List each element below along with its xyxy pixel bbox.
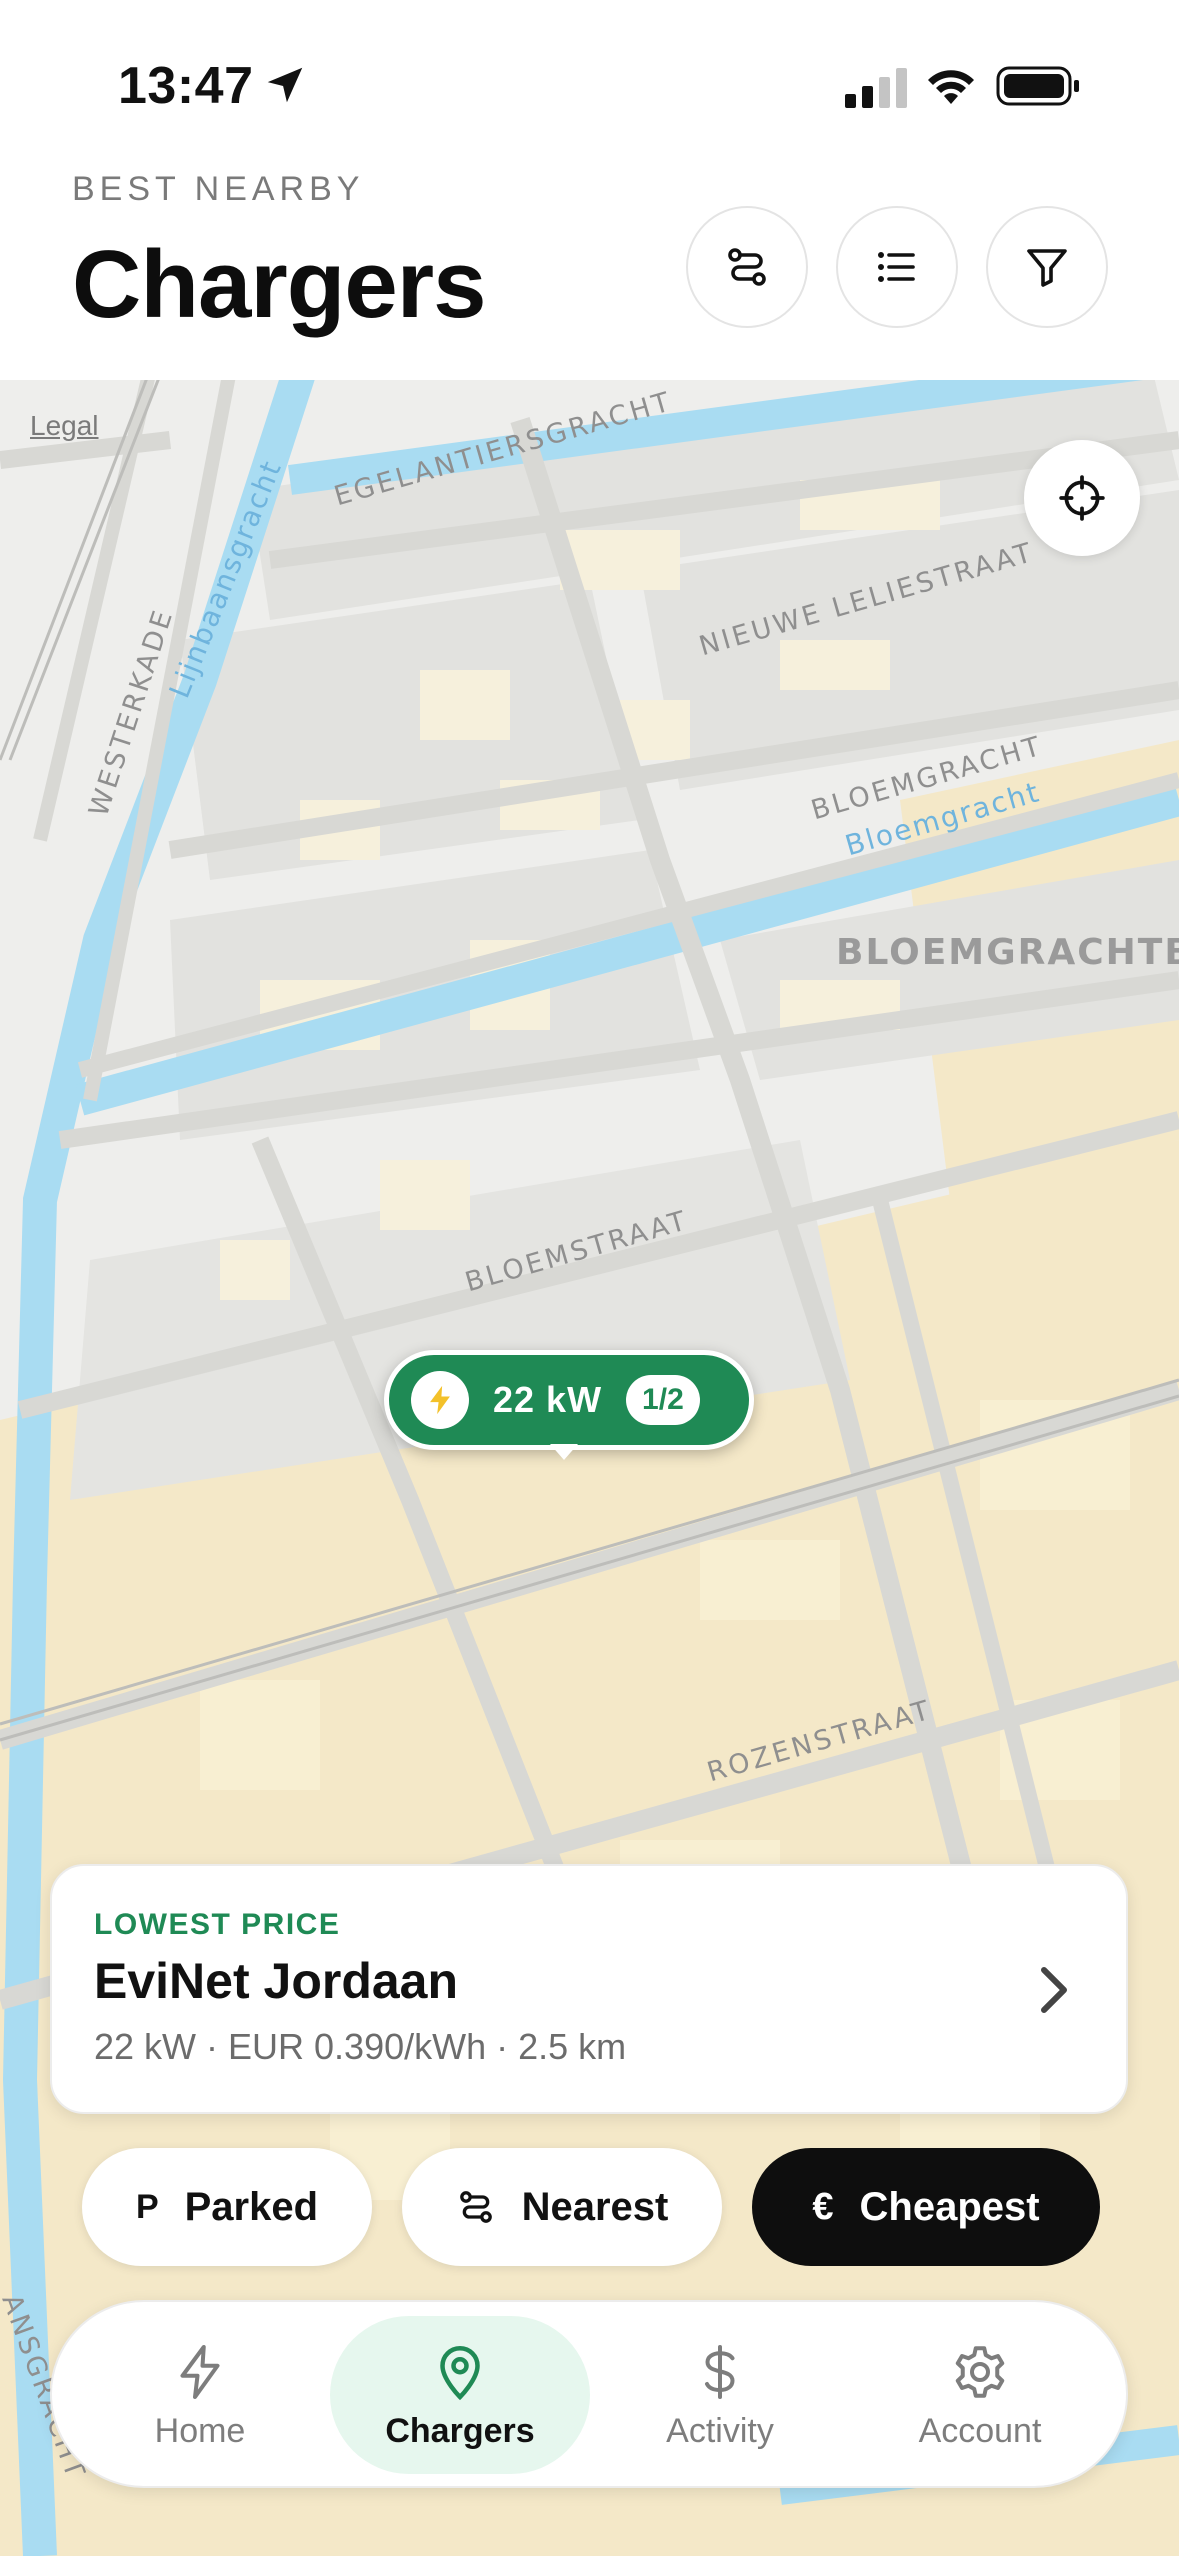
filter-icon xyxy=(1027,249,1067,287)
parking-icon: P xyxy=(135,2187,159,2226)
sort-nearest-label: Nearest xyxy=(521,2184,669,2229)
page-title: Chargers xyxy=(72,231,486,338)
wifi-icon xyxy=(928,70,974,104)
list-view-button[interactable] xyxy=(836,206,958,328)
header-eyebrow: BEST NEARBY xyxy=(72,170,365,208)
sort-cheapest-button[interactable]: € Cheapest xyxy=(752,2148,1100,2266)
tab-label: Account xyxy=(918,2411,1042,2450)
tab-account[interactable]: Account xyxy=(850,2316,1110,2474)
bolt-icon xyxy=(411,1371,469,1429)
route-icon xyxy=(728,248,766,286)
header: BEST NEARBY Chargers xyxy=(0,170,1179,380)
tab-home[interactable]: Home xyxy=(70,2316,330,2474)
sort-cheapest-label: Cheapest xyxy=(859,2184,1040,2229)
tab-label: Chargers xyxy=(385,2411,535,2450)
crosshair-icon xyxy=(1059,475,1105,521)
location-arrow-icon xyxy=(267,67,303,103)
gear-icon xyxy=(948,2340,1012,2404)
pin-pointer xyxy=(550,1444,578,1460)
location-pin-icon xyxy=(428,2340,492,2404)
sort-nearest-button[interactable]: Nearest xyxy=(402,2148,722,2266)
route-icon xyxy=(456,2187,496,2227)
charger-name: EviNet Jordaan xyxy=(94,1953,459,2009)
tab-bar: Home Chargers Activity Account xyxy=(50,2300,1128,2488)
filter-button[interactable] xyxy=(986,206,1108,328)
pin-power: 22 kW xyxy=(493,1379,603,1420)
route-button[interactable] xyxy=(686,206,808,328)
tab-label: Home xyxy=(154,2411,246,2450)
pin-availability: 1/2 xyxy=(626,1375,700,1425)
sort-parked-button[interactable]: P Parked xyxy=(82,2148,372,2266)
battery-icon xyxy=(996,66,1079,106)
status-time: 13:47 xyxy=(118,57,254,115)
tab-activity[interactable]: Activity xyxy=(590,2316,850,2474)
tab-chargers[interactable]: Chargers xyxy=(330,2316,590,2474)
sort-parked-label: Parked xyxy=(184,2184,319,2229)
cellular-signal-icon xyxy=(845,68,907,108)
charger-details: 22 kW · EUR 0.390/kWh · 2.5 km xyxy=(94,2026,627,2067)
dollar-icon xyxy=(688,2340,752,2404)
area-label: BLOEMGRACHTBUUR xyxy=(836,932,1179,973)
list-icon xyxy=(878,252,915,282)
status-bar: 13:47 xyxy=(0,0,1179,170)
bolt-icon xyxy=(168,2340,232,2404)
charger-card[interactable]: LOWEST PRICE EviNet Jordaan 22 kW · EUR … xyxy=(50,1864,1128,2114)
locate-me-button[interactable] xyxy=(1024,440,1140,556)
chevron-right-icon xyxy=(1041,1967,1067,2013)
euro-icon: € xyxy=(812,2185,834,2228)
card-tag: LOWEST PRICE xyxy=(94,1908,341,1941)
legal-link[interactable]: Legal xyxy=(30,410,99,442)
charger-pin[interactable]: 22 kW 1/2 xyxy=(384,1350,754,1450)
tab-label: Activity xyxy=(666,2411,774,2450)
